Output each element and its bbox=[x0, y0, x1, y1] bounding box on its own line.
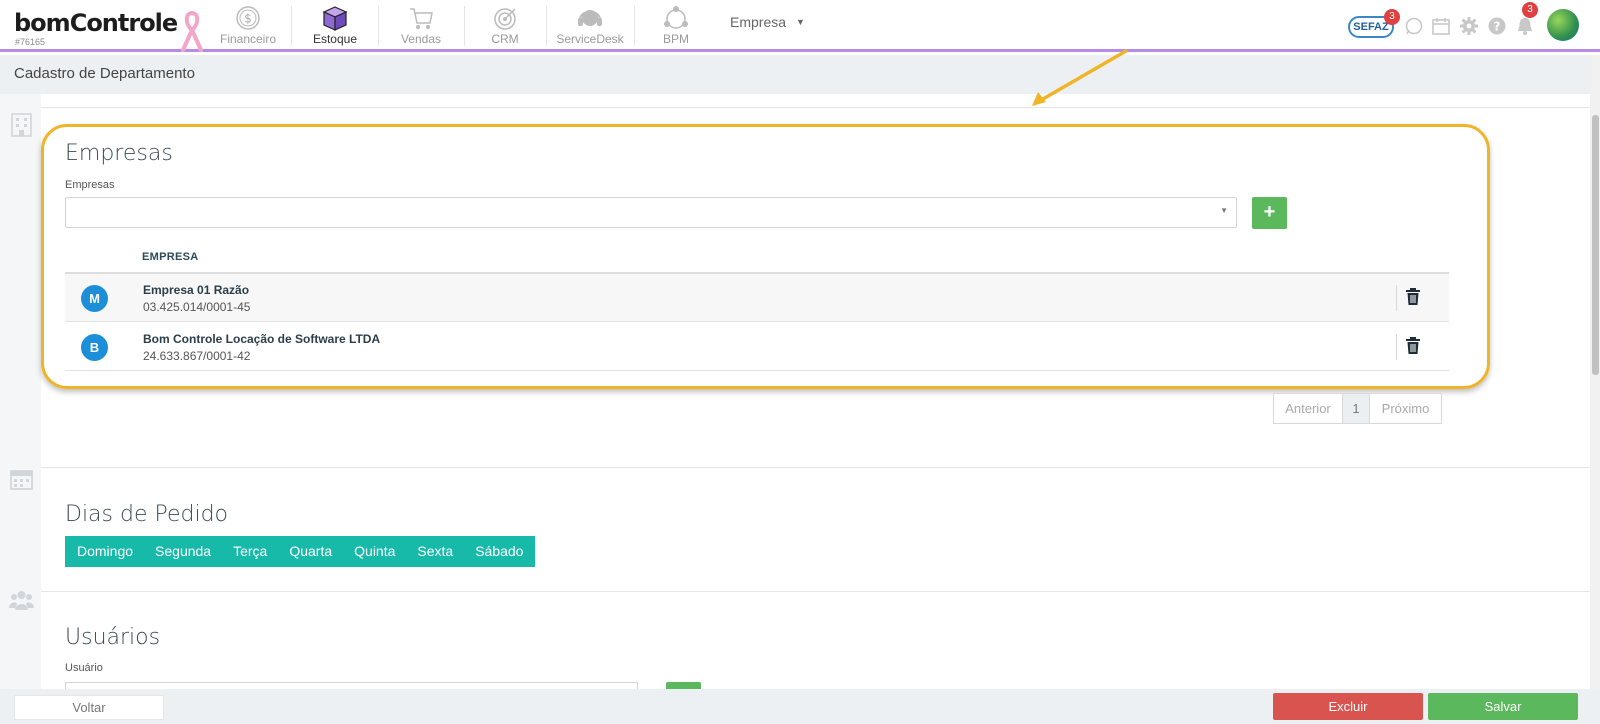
footer-bar: Voltar Excluir Salvar bbox=[0, 689, 1600, 724]
usuarios-section-title: Usuários bbox=[65, 625, 161, 650]
nav-vendas[interactable]: Vendas bbox=[381, 4, 461, 48]
sefaz-badge: 3 bbox=[1384, 9, 1400, 25]
nav-servicedesk[interactable]: ServiceDesk bbox=[550, 4, 630, 48]
annotation-arrow-icon bbox=[1032, 49, 1128, 106]
nav-label: Estoque bbox=[312, 32, 358, 46]
day-quarta[interactable]: Quarta bbox=[278, 536, 343, 567]
nav-label: CRM bbox=[491, 32, 519, 46]
company-dropdown[interactable]: Empresa ▼ bbox=[730, 14, 805, 30]
day-domingo[interactable]: Domingo bbox=[65, 536, 144, 567]
page-header: Cadastro de Departamento bbox=[0, 55, 1590, 94]
pagination-current-page[interactable]: 1 bbox=[1342, 393, 1370, 424]
nav-divider bbox=[634, 6, 635, 46]
back-button[interactable]: Voltar bbox=[14, 695, 164, 720]
building-icon bbox=[11, 113, 32, 137]
nav-label: BPM bbox=[662, 32, 689, 46]
gear-icon[interactable] bbox=[1459, 16, 1479, 36]
svg-text:?: ? bbox=[1494, 20, 1501, 34]
section-divider bbox=[41, 107, 1590, 108]
box-icon bbox=[322, 6, 348, 31]
nav-bpm[interactable]: BPM bbox=[636, 4, 716, 48]
company-dropdown-label: Empresa bbox=[730, 14, 787, 30]
app-logo[interactable]: bomControle bbox=[14, 9, 178, 37]
day-quinta[interactable]: Quinta bbox=[343, 536, 406, 567]
shopping-cart-icon bbox=[410, 8, 433, 29]
user-avatar[interactable] bbox=[1547, 9, 1579, 41]
nav-estoque[interactable]: Estoque bbox=[295, 4, 375, 48]
svg-text:$: $ bbox=[244, 12, 252, 26]
highlight-annotation bbox=[41, 124, 1490, 389]
caret-down-icon: ▼ bbox=[796, 17, 805, 27]
whatsapp-icon[interactable] bbox=[1404, 16, 1424, 36]
calendar-icon[interactable] bbox=[1431, 16, 1451, 36]
save-button[interactable]: Salvar bbox=[1428, 693, 1578, 720]
nav-crm[interactable]: CRM bbox=[465, 4, 545, 48]
nav-divider bbox=[291, 6, 292, 46]
dias-section-title: Dias de Pedido bbox=[65, 502, 229, 527]
top-navbar: bomControle #76165 $ Financeiro Estoque … bbox=[0, 0, 1600, 52]
headset-icon bbox=[578, 10, 602, 26]
bell-icon[interactable] bbox=[1515, 16, 1535, 36]
notifications-badge: 3 bbox=[1522, 2, 1538, 18]
nav-label: ServiceDesk bbox=[556, 32, 624, 46]
nav-financeiro[interactable]: $ Financeiro bbox=[208, 4, 288, 48]
day-sexta[interactable]: Sexta bbox=[406, 536, 464, 567]
pagination-previous[interactable]: Anterior bbox=[1273, 393, 1343, 424]
weekday-selector: Domingo Segunda Terça Quarta Quinta Sext… bbox=[65, 536, 536, 567]
users-group-icon bbox=[9, 591, 34, 610]
nav-divider bbox=[378, 6, 379, 46]
network-icon bbox=[664, 6, 688, 29]
delete-button[interactable]: Excluir bbox=[1273, 693, 1423, 720]
calendar-icon bbox=[10, 470, 33, 490]
pink-ribbon-icon bbox=[181, 10, 203, 52]
target-icon bbox=[494, 8, 516, 30]
help-icon[interactable]: ? bbox=[1487, 16, 1507, 36]
nav-label: Vendas bbox=[400, 32, 442, 46]
page-title: Cadastro de Departamento bbox=[14, 65, 195, 82]
pagination-next[interactable]: Próximo bbox=[1369, 393, 1442, 424]
day-segunda[interactable]: Segunda bbox=[144, 536, 222, 567]
day-sabado[interactable]: Sábado bbox=[464, 536, 535, 567]
day-terca[interactable]: Terça bbox=[222, 536, 278, 567]
scrollbar-thumb[interactable] bbox=[1592, 115, 1599, 375]
nav-divider bbox=[546, 6, 547, 46]
section-sidebar bbox=[0, 94, 41, 689]
account-id: #76165 bbox=[15, 37, 46, 47]
dollar-coin-icon: $ bbox=[236, 6, 260, 30]
section-divider bbox=[41, 591, 1590, 592]
nav-label: Financeiro bbox=[219, 32, 277, 46]
usuario-field-label: Usuário bbox=[65, 662, 103, 674]
section-divider bbox=[41, 467, 1590, 468]
